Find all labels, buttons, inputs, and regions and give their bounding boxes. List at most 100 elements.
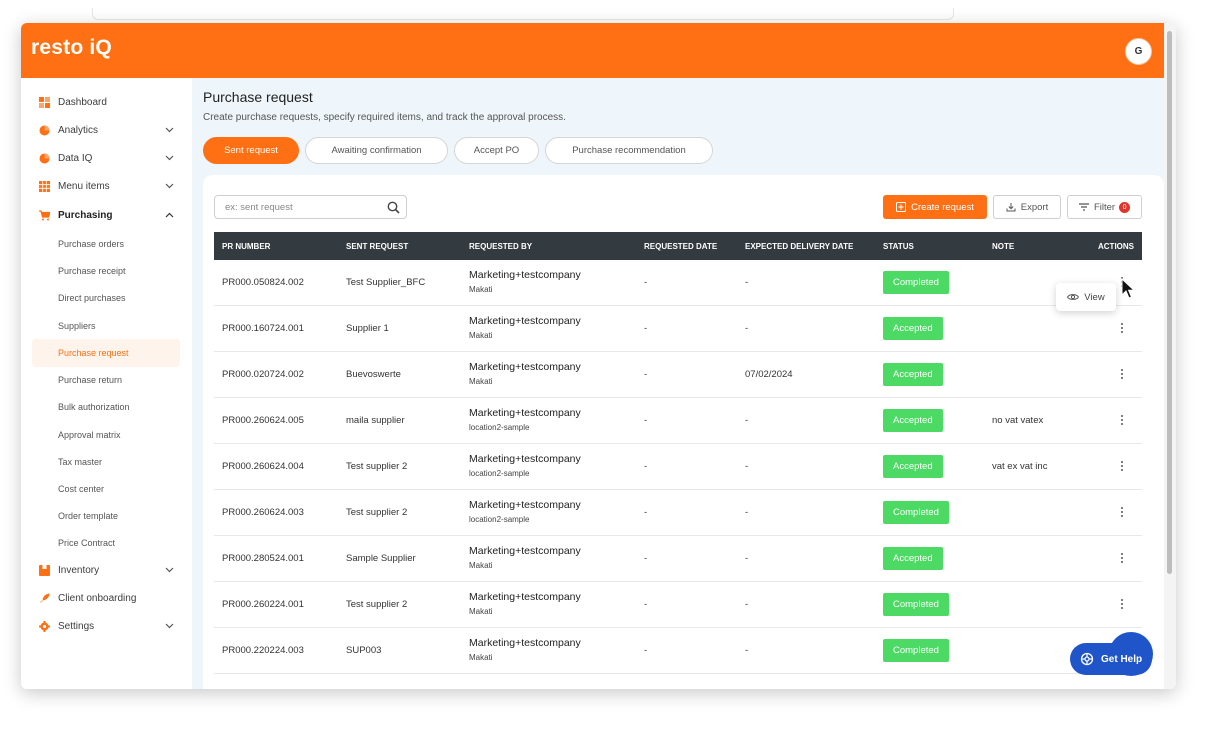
table-row[interactable]: PR000.160724.001 Supplier 1 Marketing+te…	[214, 306, 1142, 352]
user-avatar[interactable]: G	[1125, 38, 1152, 65]
create-request-label: Create request	[911, 201, 974, 213]
window-scrollbar-thumb[interactable]	[1167, 31, 1172, 574]
table-row[interactable]: PR000.260624.003 Test supplier 2 Marketi…	[214, 490, 1142, 536]
sidebar-subitem-bulk-authorization[interactable]: Bulk authorization	[58, 402, 130, 412]
sent-request: Buevoswerte	[346, 369, 401, 380]
requested-date: -	[644, 415, 648, 426]
view-action-menu-item[interactable]: View	[1056, 283, 1116, 311]
cart-icon	[39, 209, 50, 220]
expected-delivery-date: -	[745, 507, 749, 518]
create-request-button[interactable]: Create request	[883, 195, 987, 219]
app-window: resto iQ G Dashboard Analytics Data IQ M…	[21, 23, 1176, 689]
sent-request: Test supplier 2	[346, 507, 408, 518]
sidebar-subitem-approval-matrix[interactable]: Approval matrix	[58, 430, 121, 440]
sidebar-item-analytics[interactable]: Analytics	[39, 120, 98, 140]
pr-number[interactable]: PR000.020724.002	[222, 369, 304, 380]
sidebar-item-inventory[interactable]: Inventory	[39, 560, 99, 580]
export-button[interactable]: Export	[993, 195, 1061, 219]
column-header[interactable]: PR NUMBER	[222, 242, 270, 251]
pr-number[interactable]: PR000.260624.005	[222, 415, 304, 426]
more-actions-icon[interactable]	[1119, 367, 1125, 383]
tab-purchase-recommendation[interactable]: Purchase recommendation	[545, 137, 713, 164]
sidebar-subitem-order-template[interactable]: Order template	[58, 511, 118, 521]
more-actions-icon[interactable]	[1119, 597, 1125, 613]
column-header[interactable]: ACTIONS	[1098, 242, 1134, 251]
filter-label: Filter	[1093, 201, 1116, 213]
table-row[interactable]: PR000.050824.002 Test Supplier_BFC Marke…	[214, 260, 1142, 306]
table-row[interactable]: PR000.260224.001 Test supplier 2 Marketi…	[214, 582, 1142, 628]
sidebar-subitem-purchase-receipt[interactable]: Purchase receipt	[58, 266, 126, 276]
tab-awaiting-confirmation[interactable]: Awaiting confirmation	[305, 137, 448, 164]
pr-number[interactable]: PR000.260624.004	[222, 461, 304, 472]
more-actions-icon[interactable]	[1119, 551, 1125, 567]
filter-icon	[1078, 203, 1089, 211]
more-actions-icon[interactable]	[1119, 321, 1125, 337]
requested-date: -	[644, 645, 648, 656]
requested-by: Marketing+testcompany	[469, 499, 581, 511]
pie-chart-icon	[39, 125, 50, 135]
app-logo[interactable]: resto iQ	[31, 36, 112, 60]
sent-request: Test supplier 2	[346, 599, 408, 610]
column-header[interactable]: NOTE	[992, 242, 1014, 251]
requested-by: Marketing+testcompany	[469, 591, 581, 603]
chevron-down-icon[interactable]	[164, 181, 174, 191]
filter-button[interactable]: Filter 0	[1067, 195, 1142, 219]
sidebar-subitem-purchase-return[interactable]: Purchase return	[58, 375, 122, 385]
more-actions-icon[interactable]	[1119, 413, 1125, 429]
sidebar-item-settings[interactable]: Settings	[39, 616, 94, 636]
requested-by: Marketing+testcompany	[469, 545, 581, 557]
table-row[interactable]: PR000.260624.005 maila supplier Marketin…	[214, 398, 1142, 444]
table-row[interactable]: PR000.020724.002 Buevoswerte Marketing+t…	[214, 352, 1142, 398]
tab-accept-po[interactable]: Accept PO	[454, 137, 539, 164]
more-actions-icon[interactable]	[1119, 505, 1125, 521]
chevron-down-icon[interactable]	[164, 153, 174, 163]
sent-request: Supplier 1	[346, 323, 389, 334]
column-header[interactable]: EXPECTED DELIVERY DATE	[745, 242, 853, 251]
column-header[interactable]: STATUS	[883, 242, 914, 251]
sidebar-subitem-direct-purchases[interactable]: Direct purchases	[58, 293, 126, 303]
sidebar-item-menu-items[interactable]: Menu items	[39, 176, 110, 196]
table-row[interactable]: PR000.220224.003 SUP003 Marketing+testco…	[214, 628, 1142, 674]
pr-number[interactable]: PR000.260224.001	[222, 599, 304, 610]
sidebar-subitem-cost-center[interactable]: Cost center	[58, 484, 104, 494]
table-row[interactable]: PR000.260624.004 Test supplier 2 Marketi…	[214, 444, 1142, 490]
chevron-down-icon[interactable]	[164, 565, 174, 575]
search-icon[interactable]	[387, 201, 400, 214]
tab-sent-request[interactable]: Sent request	[203, 137, 299, 164]
sidebar-item-purchasing[interactable]: Purchasing	[39, 205, 112, 225]
table-header: PR NUMBER SENT REQUEST REQUESTED BY REQU…	[214, 232, 1142, 260]
sidebar: Dashboard Analytics Data IQ Menu items P…	[21, 78, 191, 689]
sidebar-subitem-price-contract[interactable]: Price Contract	[58, 538, 115, 548]
table-card: ex: sent request Create request Export F…	[203, 175, 1164, 689]
more-actions-icon[interactable]	[1119, 459, 1125, 475]
view-label: View	[1084, 291, 1105, 303]
chevron-down-icon[interactable]	[164, 621, 174, 631]
requested-location: Makati	[469, 561, 493, 570]
pr-number[interactable]: PR000.260624.003	[222, 507, 304, 518]
column-header[interactable]: REQUESTED DATE	[644, 242, 717, 251]
requested-location: location2-sample	[469, 515, 530, 524]
column-header[interactable]: REQUESTED BY	[469, 242, 532, 251]
requested-date: -	[644, 369, 648, 380]
sidebar-subitem-purchase-request[interactable]: Purchase request	[58, 348, 129, 358]
sidebar-item-client-onboarding[interactable]: Client onboarding	[39, 588, 136, 608]
pr-number[interactable]: PR000.160724.001	[222, 323, 304, 334]
get-help-button[interactable]: Get Help	[1070, 643, 1152, 675]
sidebar-subitem-tax-master[interactable]: Tax master	[58, 457, 102, 467]
column-header[interactable]: SENT REQUEST	[346, 242, 408, 251]
pr-number[interactable]: PR000.280524.001	[222, 553, 304, 564]
pr-number[interactable]: PR000.050824.002	[222, 277, 304, 288]
download-icon	[1006, 203, 1016, 212]
sidebar-item-label: Settings	[58, 620, 95, 632]
sidebar-item-data-iq[interactable]: Data IQ	[39, 148, 92, 168]
table-row[interactable]: PR000.280524.001 Sample Supplier Marketi…	[214, 536, 1142, 582]
sidebar-item-dashboard[interactable]: Dashboard	[39, 92, 107, 112]
chevron-down-icon[interactable]	[164, 125, 174, 135]
sent-request: Sample Supplier	[346, 553, 416, 564]
sidebar-subitem-purchase-orders[interactable]: Purchase orders	[58, 239, 124, 249]
chevron-up-icon[interactable]	[164, 210, 174, 220]
search-input[interactable]: ex: sent request	[214, 195, 407, 219]
sidebar-subitem-suppliers[interactable]: Suppliers	[58, 321, 96, 331]
pr-number[interactable]: PR000.220224.003	[222, 645, 304, 656]
requested-location: location2-sample	[469, 423, 530, 432]
